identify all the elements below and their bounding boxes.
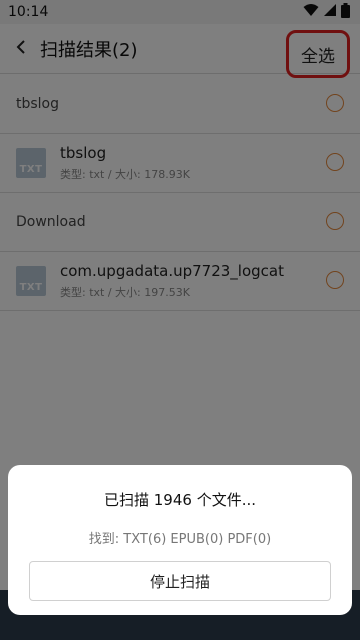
- found-summary-text: 找到: TXT(6) EPUB(0) PDF(0): [88, 532, 272, 547]
- scan-progress-dialog: 已扫描 1946 个文件... 找到: TXT(6) EPUB(0) PDF(0…: [8, 465, 352, 615]
- scan-status-text: 已扫描 1946 个文件...: [103, 491, 256, 509]
- stop-scan-button[interactable]: 停止扫描: [29, 561, 331, 601]
